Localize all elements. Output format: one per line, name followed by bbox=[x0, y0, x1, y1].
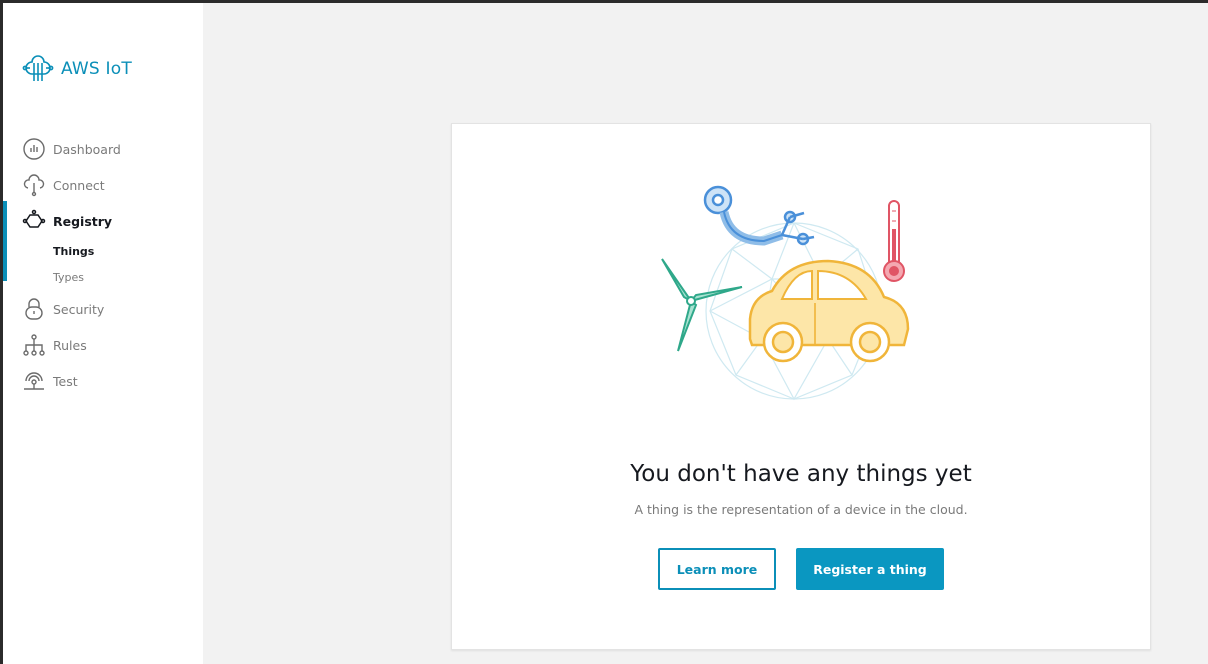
sidebar-item-rules[interactable]: Rules bbox=[0, 327, 203, 363]
register-thing-button[interactable]: Register a thing bbox=[796, 548, 944, 590]
sidebar-subitem-things[interactable]: Things bbox=[53, 239, 203, 265]
sidebar-item-label: Rules bbox=[53, 337, 87, 353]
registry-icon bbox=[22, 209, 46, 228]
sidebar-item-dashboard[interactable]: Dashboard bbox=[0, 131, 203, 167]
brand-name: AWS IoT bbox=[61, 59, 132, 79]
sidebar-item-registry[interactable]: Registry bbox=[0, 203, 203, 239]
sidebar-item-label: Registry bbox=[53, 213, 113, 229]
robot-arm-illustration bbox=[703, 185, 815, 246]
sidebar-item-connect[interactable]: Connect bbox=[0, 167, 203, 203]
cloud-connect-icon bbox=[23, 174, 45, 197]
dashboard-icon bbox=[23, 138, 45, 160]
sidebar-item-label: Connect bbox=[53, 177, 105, 193]
iot-devices-illustration bbox=[661, 185, 910, 401]
sidebar-subitem-types[interactable]: Types bbox=[53, 265, 203, 291]
wind-turbine-illustration bbox=[661, 258, 743, 352]
empty-state-card: You don't have any things yet A thing is… bbox=[451, 123, 1151, 650]
lock-icon bbox=[25, 298, 43, 320]
sidebar-item-label: Dashboard bbox=[53, 141, 121, 157]
rules-tree-icon bbox=[23, 334, 45, 356]
sidebar-item-security[interactable]: Security bbox=[0, 291, 203, 327]
signal-test-icon bbox=[24, 372, 44, 390]
empty-state-description: A thing is the representation of a devic… bbox=[634, 502, 968, 517]
registry-subnav: Things Types bbox=[0, 239, 203, 291]
sidebar: AWS IoT Dashboard Connect Registry Thing… bbox=[0, 3, 203, 664]
brand[interactable]: AWS IoT bbox=[22, 53, 132, 85]
sidebar-nav: Dashboard Connect Registry Things Types bbox=[0, 131, 203, 399]
thermometer-illustration bbox=[883, 200, 905, 282]
empty-state-title: You don't have any things yet bbox=[630, 461, 972, 487]
sidebar-item-test[interactable]: Test bbox=[0, 363, 203, 399]
sidebar-item-label: Security bbox=[53, 301, 105, 317]
aws-iot-logo-icon bbox=[22, 55, 54, 81]
learn-more-button[interactable]: Learn more bbox=[658, 548, 776, 590]
sidebar-item-label: Test bbox=[53, 373, 78, 389]
